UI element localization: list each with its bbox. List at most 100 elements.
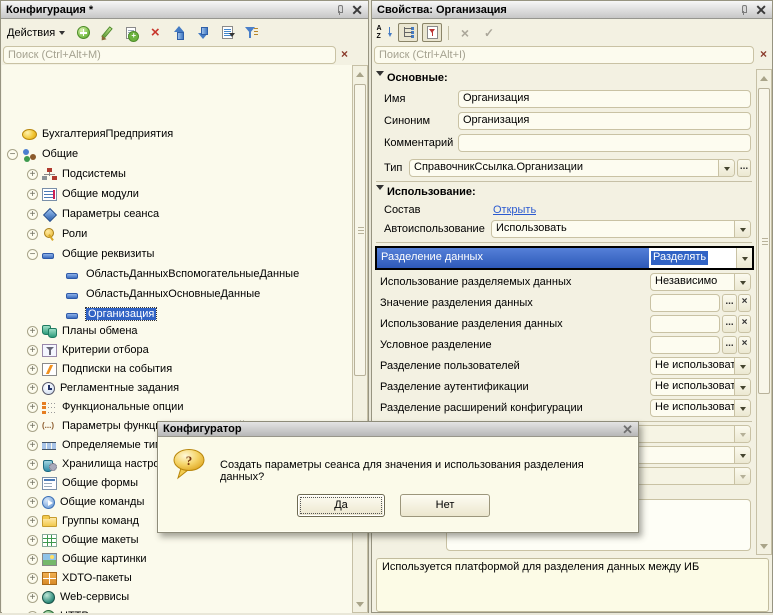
expand-icon[interactable] — [27, 516, 38, 527]
delete-button[interactable]: × — [145, 23, 165, 42]
dropdown-icon[interactable] — [718, 160, 734, 176]
copy-add-button[interactable] — [121, 23, 141, 42]
dropdown-icon[interactable] — [734, 274, 750, 290]
properties-search-input[interactable] — [374, 46, 754, 64]
clear-button[interactable]: × — [455, 23, 475, 42]
auth-separation-combo[interactable]: Не использовать — [650, 378, 751, 396]
section-basic[interactable]: Основные: — [376, 71, 448, 84]
scroll-up-icon[interactable] — [354, 67, 366, 80]
expand-icon[interactable] — [27, 497, 38, 508]
content-open-link[interactable]: Открыть — [493, 204, 536, 216]
move-up-button[interactable] — [169, 23, 189, 42]
type-more-button[interactable]: ... — [737, 159, 751, 177]
move-down-button[interactable] — [193, 23, 213, 42]
no-button[interactable]: Нет — [400, 494, 490, 517]
separation-use-field[interactable] — [650, 315, 720, 333]
dropdown-icon[interactable] — [734, 358, 750, 374]
collapse-icon[interactable] — [27, 249, 38, 260]
expand-icon[interactable] — [27, 189, 38, 200]
data-separation-row-focused[interactable]: Разделение данных Разделять — [375, 246, 754, 270]
synonym-field[interactable]: Организация — [458, 112, 751, 130]
expand-icon[interactable] — [27, 402, 38, 413]
close-icon[interactable]: ✕ — [351, 4, 363, 16]
tree-item-roles[interactable]: Роли — [2, 225, 352, 243]
actions-menu-button[interactable]: Действия — [3, 25, 69, 41]
ext-separation-combo[interactable]: Не использовать — [650, 399, 751, 417]
categories-button[interactable] — [398, 23, 418, 42]
dropdown-icon[interactable] — [736, 248, 752, 268]
tree-item-functional-options[interactable]: Функциональные опции — [2, 398, 352, 416]
expand-icon[interactable] — [27, 326, 38, 337]
tree-item-http-services[interactable]: HTTP-сервисы — [2, 607, 352, 613]
pin-icon[interactable] — [337, 5, 342, 15]
sort-alphabetical-button[interactable]: AZ — [374, 23, 394, 42]
scroll-down-icon[interactable] — [758, 540, 770, 553]
tree-item-common-attributes[interactable]: Общие реквизиты — [2, 245, 352, 263]
name-field[interactable]: Организация — [458, 90, 751, 108]
sort-list-button[interactable] — [217, 23, 237, 42]
tree-item-filter-criteria[interactable]: Критерии отбора — [2, 341, 352, 359]
scroll-up-icon[interactable] — [758, 71, 770, 84]
separation-value-clear-button[interactable]: × — [738, 294, 751, 312]
expand-icon[interactable] — [27, 459, 38, 470]
configuration-titlebar[interactable]: Конфигурация * ✕ — [1, 1, 368, 19]
search-clear-icon[interactable]: × — [756, 46, 771, 64]
expand-icon[interactable] — [27, 554, 38, 565]
conditional-separation-field[interactable] — [650, 336, 720, 354]
expand-icon[interactable] — [27, 535, 38, 546]
tree-item-common[interactable]: Общие — [2, 145, 352, 163]
separation-value-field[interactable] — [650, 294, 720, 312]
expand-icon[interactable] — [27, 573, 38, 584]
tree-item-data-area-main[interactable]: ОбластьДанныхОсновныеДанные — [2, 285, 352, 303]
tree-item-exchange-plans[interactable]: Планы обмена — [2, 322, 352, 340]
close-icon[interactable]: ✕ — [755, 4, 767, 16]
pin-icon[interactable] — [741, 5, 746, 15]
type-combo[interactable]: СправочникСсылка.Организации — [409, 159, 735, 177]
search-clear-icon[interactable]: × — [337, 46, 352, 64]
filter-by-form-button[interactable] — [422, 23, 442, 42]
tree-item-web-services[interactable]: Web-сервисы — [2, 588, 352, 606]
properties-titlebar[interactable]: Свойства: Организация ✕ — [372, 1, 772, 19]
tree-item-event-subscriptions[interactable]: Подписки на события — [2, 360, 352, 378]
tree-item-session-parameters[interactable]: Параметры сеанса — [2, 205, 352, 223]
tree-item-common-templates[interactable]: Общие макеты — [2, 531, 352, 549]
separation-use-more-button[interactable]: ... — [722, 315, 737, 333]
expand-icon[interactable] — [27, 592, 38, 603]
apply-button[interactable]: ✓ — [479, 23, 499, 42]
tree-item-configuration-root[interactable]: БухгалтерияПредприятия — [2, 125, 352, 143]
expand-icon[interactable] — [27, 345, 38, 356]
properties-scrollbar[interactable] — [756, 69, 772, 555]
tree-item-scheduled-jobs[interactable]: Регламентные задания — [2, 379, 352, 397]
expand-icon[interactable] — [27, 611, 38, 614]
scroll-down-icon[interactable] — [354, 598, 366, 611]
filter-button[interactable] — [241, 23, 261, 42]
tree-item-organization[interactable]: Организация — [2, 305, 352, 323]
auto-use-combo[interactable]: Использовать — [491, 220, 751, 238]
expand-icon[interactable] — [27, 229, 38, 240]
tree-item-xdto-packages[interactable]: XDTO-пакеты — [2, 569, 352, 587]
tree-item-subsystems[interactable]: Подсистемы — [2, 165, 352, 183]
collapse-icon[interactable] — [7, 149, 18, 160]
expand-icon[interactable] — [27, 440, 38, 451]
separation-use-clear-button[interactable]: × — [738, 315, 751, 333]
dialog-titlebar[interactable]: Конфигуратор ✕ — [158, 422, 638, 437]
add-button[interactable] — [73, 23, 93, 42]
conditional-separation-clear-button[interactable]: × — [738, 336, 751, 354]
section-usage[interactable]: Использование: — [376, 185, 476, 198]
edit-button[interactable] — [97, 23, 117, 42]
tree-item-common-modules[interactable]: Общие модули — [2, 185, 352, 203]
yes-button[interactable]: Да — [297, 494, 385, 517]
dropdown-icon[interactable] — [734, 447, 750, 463]
tree-item-common-pictures[interactable]: Общие картинки — [2, 550, 352, 568]
separation-value-more-button[interactable]: ... — [722, 294, 737, 312]
dialog-close-icon[interactable]: ✕ — [622, 424, 633, 435]
data-separation-combo[interactable]: Разделять — [649, 248, 752, 268]
conditional-separation-more-button[interactable]: ... — [722, 336, 737, 354]
dropdown-icon[interactable] — [734, 379, 750, 395]
dropdown-icon[interactable] — [734, 400, 750, 416]
expand-icon[interactable] — [27, 478, 38, 489]
tree-item-data-area-aux[interactable]: ОбластьДанныхВспомогательныеДанные — [2, 265, 352, 283]
user-separation-combo[interactable]: Не использовать — [650, 357, 751, 375]
expand-icon[interactable] — [27, 209, 38, 220]
dropdown-icon[interactable] — [734, 221, 750, 237]
